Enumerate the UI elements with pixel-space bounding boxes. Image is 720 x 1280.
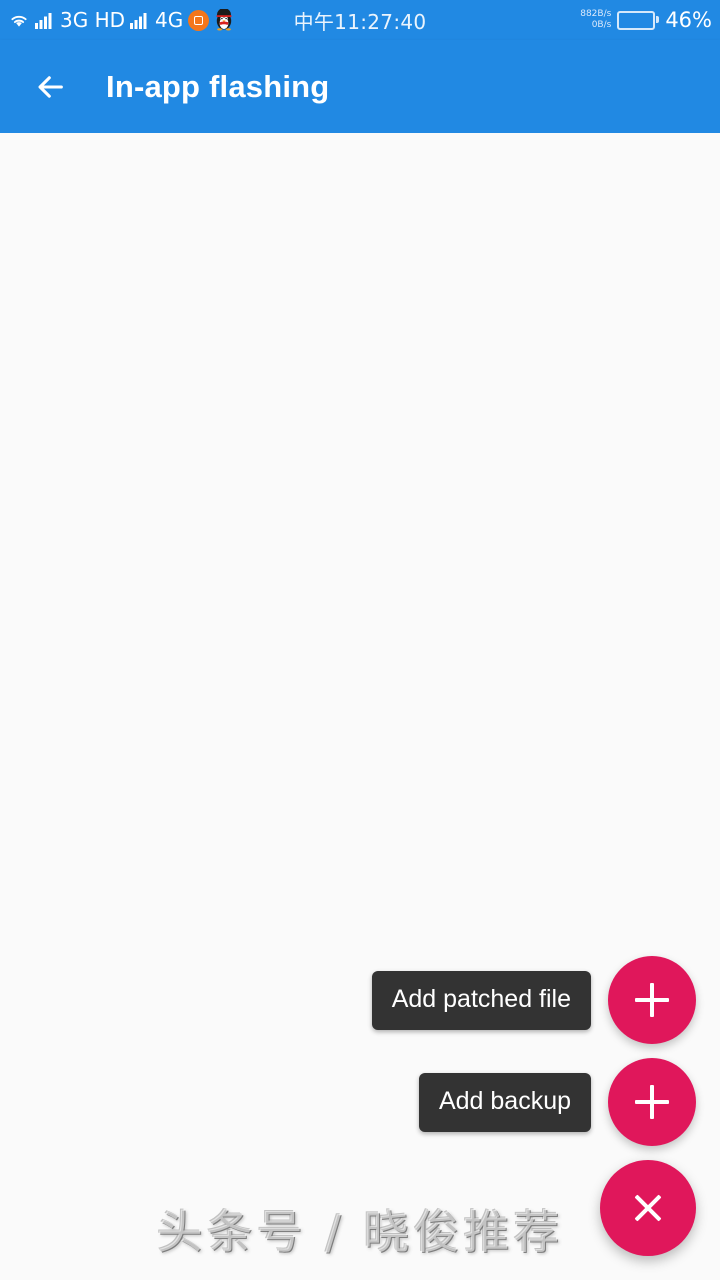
network-speed-down: 882B/s: [580, 9, 612, 19]
plus-icon: [635, 1085, 669, 1119]
speed-dial-label-add-patched-file: Add patched file: [371, 970, 591, 1030]
speed-dial-toggle-button[interactable]: [600, 1160, 696, 1256]
network-speed-up: 0B/s: [591, 20, 612, 30]
add-backup-button[interactable]: [608, 1058, 696, 1146]
back-button[interactable]: [22, 59, 78, 115]
plus-icon: [635, 983, 669, 1017]
speed-dial-label-add-backup: Add backup: [418, 1072, 591, 1132]
add-patched-file-button[interactable]: [608, 956, 696, 1044]
page-title: In-app flashing: [106, 68, 330, 104]
speed-dial-action-add-patched-file[interactable]: Add patched file: [371, 956, 696, 1044]
content-area: Add patched file Add backup 头条号 / 晓俊推荐: [0, 133, 720, 1280]
status-bar-right-group: 882B/s 0B/s 46%: [580, 9, 712, 31]
network-speed-indicator: 882B/s 0B/s: [580, 9, 611, 31]
speed-dial-main-row: [600, 1160, 696, 1256]
arrow-back-icon: [33, 70, 67, 104]
speed-dial-action-add-backup[interactable]: Add backup: [418, 1058, 696, 1146]
app-bar: In-app flashing: [0, 40, 720, 133]
battery-icon: [617, 10, 660, 30]
status-bar: 3G HD 4G 中午11:27:40 882B/s 0B/s 46%: [0, 0, 720, 40]
speed-dial-menu: Add patched file Add backup: [371, 956, 696, 1256]
battery-percent-label: 46%: [665, 7, 712, 32]
close-icon: [632, 1192, 664, 1224]
